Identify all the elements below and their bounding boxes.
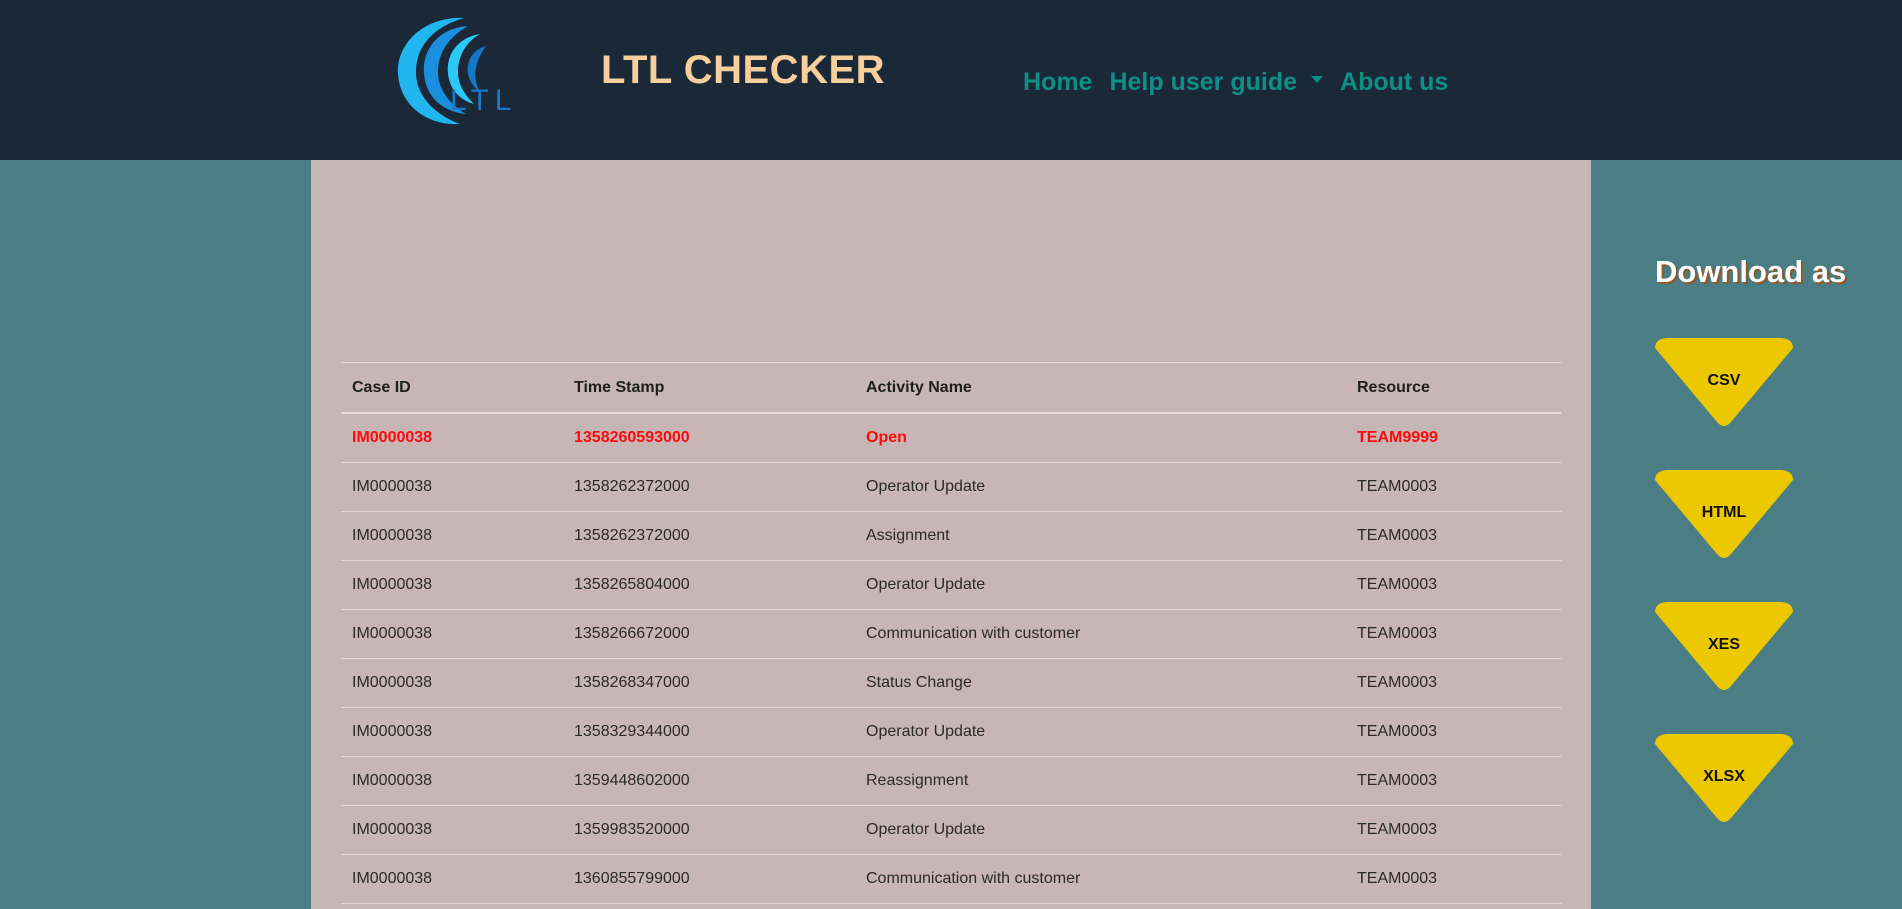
download-xlsx-button[interactable]: XLSX — [1655, 734, 1793, 822]
cell-resource: TEAM0003 — [1346, 560, 1561, 610]
header-activity-name: Activity Name — [855, 362, 1346, 414]
cell-resource: TEAM9999 — [1346, 412, 1561, 463]
cell-time-stamp: 1358268347000 — [563, 658, 855, 708]
cell-activity-name: Operator Update — [855, 560, 1346, 610]
event-log-table: Case ID Time Stamp Activity Name Resourc… — [341, 362, 1561, 904]
cell-time-stamp: 1359983520000 — [563, 805, 855, 855]
cell-time-stamp: 1358266672000 — [563, 609, 855, 659]
download-xes-button[interactable]: XES — [1655, 602, 1793, 690]
cell-activity-name: Assignment — [855, 511, 1346, 561]
nav-help-label: Help user guide — [1109, 68, 1298, 96]
nav-about[interactable]: About us — [1340, 68, 1448, 97]
ltl-logo[interactable]: LTL — [394, 12, 528, 128]
cell-case-id: IM0000038 — [341, 412, 563, 463]
brand-title: LTL CHECKER — [601, 48, 886, 92]
table-row: IM0000038 1360855799000 Communication wi… — [341, 854, 1561, 904]
cell-resource: TEAM0003 — [1346, 511, 1561, 561]
cell-time-stamp: 1358262372000 — [563, 462, 855, 512]
download-html-button[interactable]: HTML — [1655, 470, 1793, 558]
caret-down-icon — [1311, 76, 1324, 83]
main-nav: Home Help user guide About us — [1023, 68, 1448, 97]
header-resource: Resource — [1346, 362, 1561, 414]
cell-activity-name: Communication with customer — [855, 854, 1346, 904]
download-csv-label: CSV — [1707, 372, 1741, 389]
download-html-label: HTML — [1701, 504, 1747, 521]
cell-resource: TEAM0003 — [1346, 854, 1561, 904]
cell-resource: TEAM0003 — [1346, 805, 1561, 855]
table-row: IM0000038 1358262372000 Assignment TEAM0… — [341, 511, 1561, 561]
cell-activity-name: Communication with customer — [855, 609, 1346, 659]
cell-time-stamp: 1358262372000 — [563, 511, 855, 561]
download-heading: Download as — [1655, 254, 1847, 289]
cell-case-id: IM0000038 — [341, 756, 563, 806]
table-row: IM0000038 1358268347000 Status Change TE… — [341, 658, 1561, 708]
cell-time-stamp: 1358265804000 — [563, 560, 855, 610]
cell-time-stamp: 1359448602000 — [563, 756, 855, 806]
cell-case-id: IM0000038 — [341, 609, 563, 659]
nav-home[interactable]: Home — [1023, 68, 1092, 97]
cell-case-id: IM0000038 — [341, 658, 563, 708]
table-row: IM0000038 1358265804000 Operator Update … — [341, 560, 1561, 610]
cell-case-id: IM0000038 — [341, 805, 563, 855]
cell-case-id: IM0000038 — [341, 560, 563, 610]
cell-activity-name: Operator Update — [855, 707, 1346, 757]
table-row: IM0000038 1358266672000 Communication wi… — [341, 609, 1561, 659]
cell-resource: TEAM0003 — [1346, 609, 1561, 659]
table-row-highlighted: IM0000038 1358260593000 Open TEAM9999 — [341, 412, 1561, 463]
cell-case-id: IM0000038 — [341, 462, 563, 512]
header-time-stamp: Time Stamp — [563, 362, 855, 414]
cell-time-stamp: 1358329344000 — [563, 707, 855, 757]
cell-time-stamp: 1358260593000 — [563, 412, 855, 463]
main-panel: Case ID Time Stamp Activity Name Resourc… — [311, 160, 1591, 909]
table-header-row: Case ID Time Stamp Activity Name Resourc… — [341, 362, 1561, 414]
nav-help-dropdown[interactable]: Help user guide — [1109, 68, 1324, 97]
download-xlsx-label: XLSX — [1703, 768, 1745, 785]
download-xes-label: XES — [1707, 636, 1740, 653]
table-row: IM0000038 1358262372000 Operator Update … — [341, 462, 1561, 512]
logo-text: LTL — [450, 84, 517, 117]
cell-activity-name: Operator Update — [855, 462, 1346, 512]
table-row: IM0000038 1358329344000 Operator Update … — [341, 707, 1561, 757]
header-case-id: Case ID — [341, 362, 563, 414]
table-row: IM0000038 1359448602000 Reassignment TEA… — [341, 756, 1561, 806]
cell-resource: TEAM0003 — [1346, 462, 1561, 512]
cell-case-id: IM0000038 — [341, 511, 563, 561]
cell-resource: TEAM0003 — [1346, 756, 1561, 806]
cell-case-id: IM0000038 — [341, 854, 563, 904]
cell-activity-name: Operator Update — [855, 805, 1346, 855]
cell-resource: TEAM0003 — [1346, 707, 1561, 757]
download-csv-button[interactable]: CSV — [1655, 338, 1793, 426]
cell-case-id: IM0000038 — [341, 707, 563, 757]
table-row: IM0000038 1359983520000 Operator Update … — [341, 805, 1561, 855]
cell-resource: TEAM0003 — [1346, 658, 1561, 708]
cell-activity-name: Reassignment — [855, 756, 1346, 806]
top-navbar: LTL LTL CHECKER Home Help user guide Abo… — [0, 0, 1902, 160]
cell-activity-name: Open — [855, 412, 1346, 463]
cell-activity-name: Status Change — [855, 658, 1346, 708]
cell-time-stamp: 1360855799000 — [563, 854, 855, 904]
